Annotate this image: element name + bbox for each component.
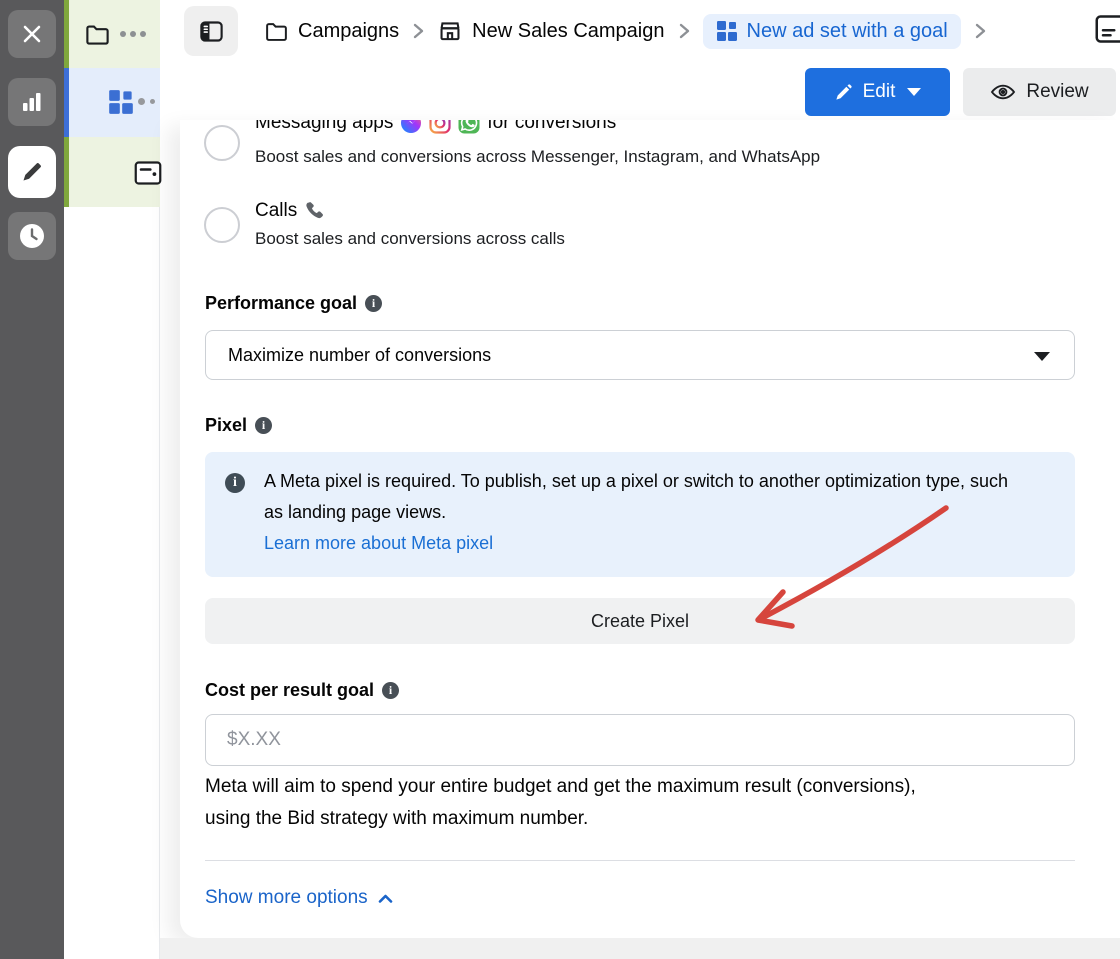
pixel-heading: Pixel i <box>205 415 272 436</box>
adset-more-dots-icon <box>138 98 155 105</box>
folder-icon <box>84 21 111 48</box>
breadcrumb-label: New ad set with a goal <box>747 20 948 43</box>
performance-goal-heading: Performance goal i <box>205 293 382 314</box>
cost-per-result-label: Cost per result goal <box>205 680 374 701</box>
screenshot-toolbar <box>0 0 64 959</box>
performance-goal-value: Maximize number of conversions <box>228 345 491 366</box>
breadcrumb-label: Campaigns <box>298 20 399 43</box>
clock-icon <box>17 221 47 251</box>
info-icon: i <box>225 473 245 493</box>
close-icon <box>20 22 44 46</box>
messenger-icon <box>400 120 422 134</box>
edit-button[interactable]: Edit <box>805 68 950 116</box>
collapse-panel-button[interactable] <box>184 6 238 56</box>
info-icon[interactable]: i <box>255 417 272 434</box>
campaign-tree-sidebar <box>64 0 160 959</box>
chevron-down-icon <box>1034 352 1050 361</box>
info-icon[interactable]: i <box>365 295 382 312</box>
calls-option-description: Boost sales and conversions across calls <box>255 229 565 249</box>
pencil-icon <box>834 83 853 102</box>
radio-messaging-apps[interactable] <box>204 125 240 161</box>
option-title-text: for conversions <box>487 120 616 134</box>
breadcrumb: Campaigns New Sales Campaign New ad set … <box>264 12 987 50</box>
bar-chart-icon <box>19 89 45 115</box>
chevron-down-icon <box>907 88 921 96</box>
breadcrumb-campaign-name[interactable]: New Sales Campaign <box>437 18 664 44</box>
budget-helper-text: Meta will aim to spend your entire budge… <box>205 771 965 835</box>
show-more-options-label: Show more options <box>205 887 368 909</box>
adset-settings-panel: Messaging apps for conversions Boost sal… <box>180 120 1120 938</box>
messaging-apps-option-title: Messaging apps for conversions <box>255 120 616 134</box>
chevron-right-icon <box>677 20 691 42</box>
ad-level-strip <box>64 137 69 207</box>
learn-more-link[interactable]: Learn more about Meta pixel <box>264 528 493 559</box>
create-pixel-label: Create Pixel <box>591 611 689 632</box>
panel-toggle-icon <box>198 18 225 45</box>
header-actions: Edit Review <box>805 68 1116 116</box>
whatsapp-icon <box>458 120 480 134</box>
instagram-icon <box>429 120 451 134</box>
create-pixel-button[interactable]: Create Pixel <box>205 598 1075 644</box>
ad-frame-icon <box>134 160 162 186</box>
ad-set-grid-icon <box>108 89 134 115</box>
chevron-up-icon <box>378 893 393 904</box>
section-divider <box>205 860 1075 861</box>
cost-per-result-input[interactable] <box>205 714 1075 766</box>
ads-manager-window: Campaigns New Sales Campaign New ad set … <box>0 0 1120 959</box>
option-title-text: Messaging apps <box>255 120 393 134</box>
chart-button[interactable] <box>8 78 56 126</box>
cost-per-result-field-wrap <box>205 714 1075 766</box>
breadcrumb-label: New Sales Campaign <box>472 20 664 43</box>
eye-icon <box>990 82 1016 102</box>
edit-tool-button[interactable] <box>8 146 56 198</box>
tree-row-ad[interactable] <box>64 137 160 207</box>
ad-level-icon-clipped <box>1093 14 1120 44</box>
edit-button-label: Edit <box>863 81 896 103</box>
show-more-options-link[interactable]: Show more options <box>205 887 393 909</box>
tree-row-adset-selected[interactable] <box>64 68 160 137</box>
info-icon[interactable]: i <box>382 682 399 699</box>
pencil-icon <box>19 159 45 185</box>
radio-calls[interactable] <box>204 207 240 243</box>
adset-level-strip <box>64 68 69 137</box>
calls-option-title: Calls <box>255 200 326 222</box>
more-icon[interactable] <box>120 31 146 37</box>
storefront-icon <box>437 18 463 44</box>
pixel-label: Pixel <box>205 415 247 436</box>
performance-goal-select[interactable]: Maximize number of conversions <box>205 330 1075 380</box>
option-title-text: Calls <box>255 200 297 222</box>
campaign-level-strip <box>64 0 69 68</box>
folder-icon <box>264 19 289 44</box>
chevron-right-icon <box>973 20 987 42</box>
review-button[interactable]: Review <box>963 68 1116 116</box>
phone-icon <box>304 200 326 222</box>
chevron-right-icon <box>411 20 425 42</box>
page-background-strip <box>160 938 1120 959</box>
pixel-notice-text: A Meta pixel is required. To publish, se… <box>264 471 1008 522</box>
cost-per-result-heading: Cost per result goal i <box>205 680 399 701</box>
performance-goal-label: Performance goal <box>205 293 357 314</box>
breadcrumb-campaigns[interactable]: Campaigns <box>264 19 399 44</box>
history-button[interactable] <box>8 212 56 260</box>
tree-row-campaign[interactable] <box>64 0 160 68</box>
close-button[interactable] <box>8 10 56 58</box>
pixel-required-notice: i A Meta pixel is required. To publish, … <box>205 452 1075 577</box>
review-button-label: Review <box>1026 81 1088 103</box>
breadcrumb-adset-name-selected[interactable]: New ad set with a goal <box>703 14 961 49</box>
ad-set-grid-icon <box>716 20 738 42</box>
messaging-apps-option-description: Boost sales and conversions across Messe… <box>255 147 820 167</box>
